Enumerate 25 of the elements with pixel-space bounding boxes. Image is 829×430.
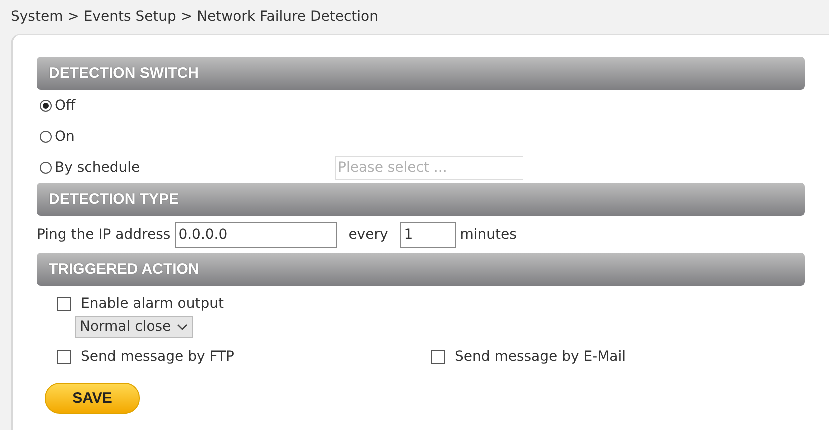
ip-address-field[interactable]: 0.0.0.0: [174, 222, 337, 248]
checkbox[interactable]: [431, 350, 445, 364]
radio-label: Off: [55, 98, 77, 114]
save-button[interactable]: SAVE: [45, 383, 140, 414]
chevron-down-icon: [177, 324, 188, 330]
radio-button[interactable]: [40, 130, 52, 142]
breadcrumb: System > Events Setup > Network Failure Detection: [11, 9, 378, 25]
radio-label: On: [55, 128, 76, 144]
section-header: DETECTION SWITCH: [37, 57, 805, 90]
checkbox[interactable]: [57, 350, 71, 364]
checkbox-label: Send message by E-Mail: [455, 349, 626, 365]
radio-label: By schedule: [55, 160, 142, 176]
section-header: TRIGGERED ACTION: [37, 253, 805, 286]
minutes-label: minutes: [460, 226, 517, 242]
checkbox-label: Enable alarm output: [81, 296, 224, 312]
ping-label: Ping the IP address: [37, 226, 171, 242]
checkbox-label: Send message by FTP: [81, 349, 235, 365]
section-header: DETECTION TYPE: [37, 183, 805, 216]
checkbox[interactable]: [57, 297, 71, 311]
radio-button[interactable]: [40, 100, 52, 112]
every-label: every: [348, 226, 388, 242]
schedule-select[interactable]: Please select ...: [335, 156, 523, 180]
alarm-mode-dropdown[interactable]: Normal close: [75, 316, 194, 338]
interval-field[interactable]: 1: [400, 222, 456, 248]
radio-button[interactable]: [40, 162, 52, 174]
